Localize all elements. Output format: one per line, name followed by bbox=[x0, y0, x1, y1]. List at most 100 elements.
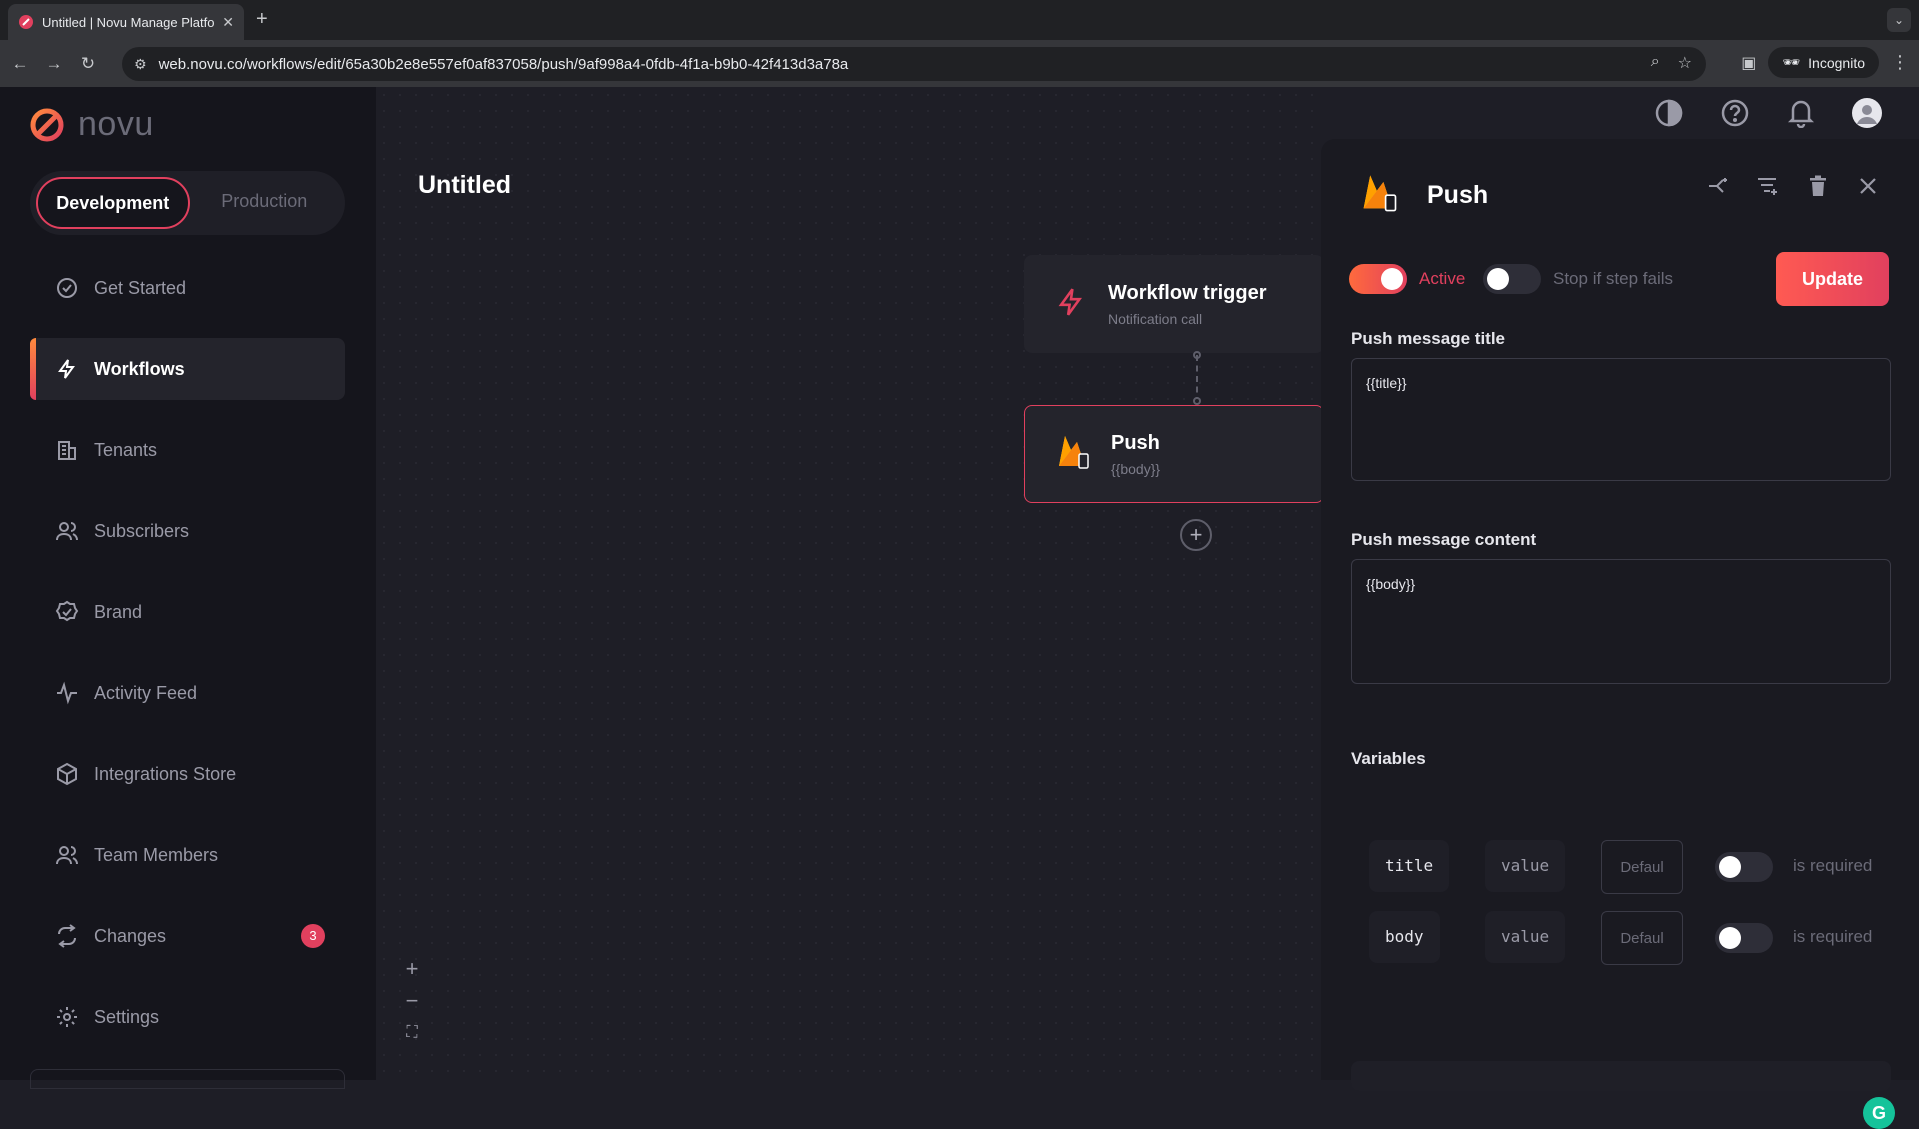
variable-type[interactable]: value bbox=[1485, 840, 1566, 892]
firebase-push-icon bbox=[1359, 171, 1399, 220]
workflow-canvas[interactable]: Untitled Workflow trigger Notification c… bbox=[376, 87, 1324, 1080]
toggle-knob bbox=[1719, 927, 1741, 949]
sidebar-item-settings[interactable]: Settings bbox=[30, 986, 345, 1048]
sidebar-item-label: Brand bbox=[94, 601, 143, 622]
panel-footer-section bbox=[1351, 1061, 1891, 1091]
zoom-in-icon[interactable]: + bbox=[406, 958, 419, 980]
incognito-icon: 🕶 bbox=[1782, 54, 1801, 70]
users-icon bbox=[54, 842, 80, 868]
bolt-icon bbox=[1054, 285, 1088, 324]
repeat-icon bbox=[54, 923, 80, 949]
variable-name: body bbox=[1369, 911, 1440, 963]
logo-text: novu bbox=[78, 105, 154, 143]
novu-logo[interactable]: novu bbox=[30, 105, 154, 144]
close-icon[interactable] bbox=[1855, 173, 1881, 199]
panel-actions bbox=[1705, 173, 1881, 199]
panel-title: Push bbox=[1427, 181, 1489, 209]
fit-view-icon[interactable]: ⛶ bbox=[406, 1023, 417, 1043]
bolt-icon bbox=[54, 356, 80, 382]
is-required-toggle[interactable] bbox=[1715, 852, 1773, 882]
push-content-input[interactable]: {{body}} bbox=[1351, 559, 1891, 684]
update-button[interactable]: Update bbox=[1776, 252, 1889, 306]
zoom-icon[interactable]: ⌕ bbox=[1651, 53, 1660, 73]
side-panel-icon[interactable]: ▣ bbox=[1741, 53, 1756, 73]
environment-switch[interactable]: Development Production bbox=[30, 171, 345, 235]
zoom-out-icon[interactable]: − bbox=[406, 990, 419, 1012]
sidebar-item-activity-feed[interactable]: Activity Feed bbox=[30, 662, 345, 724]
close-tab-icon[interactable]: ✕ bbox=[222, 14, 234, 31]
push-title-input[interactable]: {{title}} bbox=[1351, 358, 1891, 481]
variable-default-input[interactable]: Defaul bbox=[1601, 840, 1683, 894]
variable-row: title value Defaul is required bbox=[1369, 840, 1889, 894]
variable-row: body value Defaul is required bbox=[1369, 911, 1889, 965]
sidebar-item-get-started[interactable]: Get Started bbox=[30, 257, 345, 319]
active-label: Active bbox=[1419, 269, 1466, 288]
step-connector bbox=[1196, 355, 1198, 403]
add-filter-icon[interactable] bbox=[1755, 173, 1781, 199]
trigger-title: Workflow trigger bbox=[1108, 281, 1267, 304]
toggle-knob bbox=[1487, 268, 1509, 290]
incognito-indicator[interactable]: 🕶 Incognito bbox=[1768, 47, 1879, 78]
bookmark-star-icon[interactable]: ☆ bbox=[1678, 53, 1692, 73]
browser-toolbar: ← → ↻ ⚙ web.novu.co/workflows/edit/65a30… bbox=[0, 40, 1919, 87]
browser-tab[interactable]: Untitled | Novu Manage Platfo ✕ bbox=[8, 4, 244, 40]
avatar[interactable] bbox=[1849, 95, 1885, 131]
back-icon[interactable]: ← bbox=[6, 50, 34, 78]
sidebar-item-team-members[interactable]: Team Members bbox=[30, 824, 345, 886]
address-bar[interactable]: ⚙ web.novu.co/workflows/edit/65a30b2e8e5… bbox=[122, 47, 1706, 81]
help-icon[interactable] bbox=[1717, 95, 1753, 131]
url-text: web.novu.co/workflows/edit/65a30b2e8e557… bbox=[158, 55, 849, 73]
toggle-knob bbox=[1719, 856, 1741, 878]
novu-favicon-icon bbox=[19, 15, 33, 29]
trigger-subtitle: Notification call bbox=[1108, 310, 1203, 327]
push-content-label: Push message content bbox=[1351, 530, 1537, 549]
sidebar-item-changes[interactable]: Changes 3 bbox=[30, 905, 345, 967]
workflow-trigger-node[interactable]: Workflow trigger Notification call bbox=[1024, 255, 1324, 353]
sidebar-item-label: Team Members bbox=[94, 844, 219, 865]
header-icons bbox=[1651, 95, 1885, 131]
tab-title: Untitled | Novu Manage Platfo bbox=[42, 14, 215, 30]
tab-search-icon[interactable]: ⌄ bbox=[1887, 8, 1911, 32]
sidebar-item-label: Integrations Store bbox=[94, 763, 237, 784]
sidebar-item-label: Changes bbox=[94, 925, 167, 946]
toggle-knob bbox=[1381, 268, 1403, 290]
forward-icon[interactable]: → bbox=[40, 50, 68, 78]
sidebar-item-label: Activity Feed bbox=[94, 682, 198, 703]
page-title[interactable]: Untitled bbox=[418, 171, 511, 200]
browser-menu-icon[interactable]: ⋮ bbox=[1891, 52, 1909, 73]
connector-dot-bottom bbox=[1193, 397, 1201, 405]
conditions-icon[interactable] bbox=[1705, 173, 1731, 199]
sidebar-item-subscribers[interactable]: Subscribers bbox=[30, 500, 345, 562]
grammarly-icon[interactable]: G bbox=[1863, 1097, 1895, 1129]
is-required-toggle[interactable] bbox=[1715, 923, 1773, 953]
sidebar-item-brand[interactable]: Brand bbox=[30, 581, 345, 643]
site-info-icon[interactable]: ⚙ bbox=[134, 56, 147, 73]
is-required-label: is required bbox=[1793, 856, 1873, 875]
sidebar-item-tenants[interactable]: Tenants bbox=[30, 419, 345, 481]
theme-toggle-icon[interactable] bbox=[1651, 95, 1687, 131]
env-production[interactable]: Production bbox=[190, 177, 340, 229]
firebase-push-icon bbox=[1055, 432, 1091, 477]
reload-icon[interactable]: ↻ bbox=[74, 50, 102, 78]
stop-if-step-fails-toggle[interactable] bbox=[1483, 264, 1541, 294]
step-editor-panel: Push Active Stop if step fails Update Pu… bbox=[1321, 139, 1919, 1129]
variable-type[interactable]: value bbox=[1485, 911, 1566, 963]
push-title-label: Push message title bbox=[1351, 329, 1506, 348]
active-toggle[interactable] bbox=[1349, 264, 1407, 294]
badge-check-icon bbox=[54, 599, 80, 625]
sidebar-item-workflows[interactable]: Workflows bbox=[30, 338, 345, 400]
canvas-zoom-controls: + − ⛶ bbox=[400, 958, 424, 1043]
env-development[interactable]: Development bbox=[36, 177, 190, 229]
box-icon bbox=[54, 761, 80, 787]
sidebar-item-label: Tenants bbox=[94, 439, 158, 460]
trash-icon[interactable] bbox=[1805, 173, 1831, 199]
variables-label: Variables bbox=[1351, 749, 1426, 768]
variable-default-input[interactable]: Defaul bbox=[1601, 911, 1683, 965]
incognito-label: Incognito bbox=[1808, 54, 1865, 71]
add-step-button[interactable]: + bbox=[1180, 519, 1212, 551]
push-step-node[interactable]: Push {{body}} bbox=[1024, 405, 1324, 503]
notification-bell-icon[interactable] bbox=[1783, 95, 1819, 131]
new-tab-icon[interactable]: + bbox=[256, 8, 268, 31]
changes-count-badge: 3 bbox=[301, 924, 325, 948]
sidebar-item-integrations-store[interactable]: Integrations Store bbox=[30, 743, 345, 805]
